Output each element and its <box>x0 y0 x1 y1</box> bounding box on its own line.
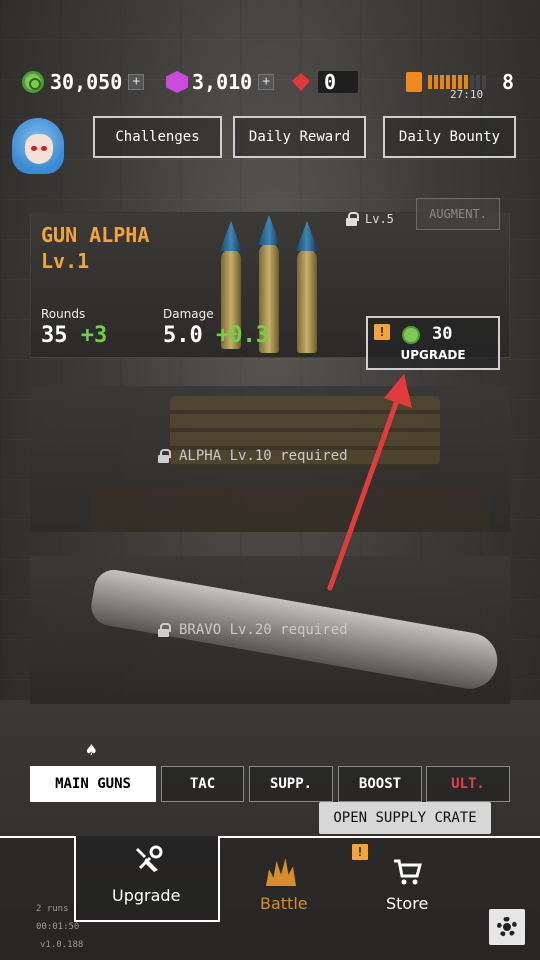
rounds-label: Rounds <box>41 307 86 321</box>
nav-upgrade-tab[interactable]: Upgrade <box>74 836 220 922</box>
fuel-segment <box>440 75 444 89</box>
gem-value: 3,010 <box>192 70 253 94</box>
resource-bar: 30,050 + 3,010 + 0 8 27:10 <box>0 64 540 101</box>
warning-icon: ! <box>374 324 390 340</box>
augment-lock-level: Lv.5 <box>365 212 394 226</box>
fuel-counter: 8 27:10 <box>406 64 515 101</box>
fuel-bar <box>428 75 486 89</box>
spade-icon: ♠ <box>86 740 97 761</box>
damage-label: Damage <box>163 307 214 321</box>
fuel-segment <box>476 75 480 89</box>
locked-gun-card[interactable]: BRAVO Lv.20 required <box>30 556 510 704</box>
bullet-image <box>297 221 317 353</box>
tab-tac[interactable]: TAC <box>161 766 244 802</box>
rounds-value: 35 <box>41 323 68 348</box>
daily-bounty-button[interactable]: Daily Bounty <box>383 116 516 158</box>
augment-button[interactable]: AUGMENT. <box>416 198 500 230</box>
add-gems-button[interactable]: + <box>258 74 275 90</box>
upgrade-label: UPGRADE <box>400 348 466 362</box>
wrench-icon <box>136 845 163 872</box>
fuel-icon <box>406 72 422 92</box>
damage-value: 5.0 <box>163 323 203 348</box>
fuel-segment <box>458 75 462 89</box>
damage-bonus: +0.3 <box>216 323 269 348</box>
locked-requirement: ALPHA Lv.10 required <box>158 448 348 464</box>
tab-main-guns[interactable]: MAIN GUNS <box>30 766 156 802</box>
crate-image <box>90 486 490 532</box>
requirement-text: BRAVO Lv.20 required <box>179 622 348 638</box>
run-time: 00:01:50 <box>36 922 80 932</box>
run-count: 2 runs <box>36 904 69 914</box>
gun-level: Lv.1 <box>41 249 90 273</box>
gem-icon <box>166 71 188 93</box>
avatar-eye <box>41 146 47 151</box>
fuel-segment <box>482 75 486 89</box>
coin-icon <box>402 326 420 344</box>
ruby-box: 0 <box>318 70 358 94</box>
fuel-segment <box>434 75 438 89</box>
lock-icon <box>346 212 359 226</box>
tab-supp[interactable]: SUPP. <box>249 766 333 802</box>
augment-row: Lv.5 AUGMENT. <box>30 198 510 238</box>
fuel-value: 8 <box>502 70 515 94</box>
tab-ult[interactable]: ULT. <box>426 766 510 802</box>
nav-divider <box>0 836 76 838</box>
nav-battle-label: Battle <box>260 894 308 913</box>
avatar-face <box>25 134 53 164</box>
challenges-button[interactable]: Challenges <box>93 116 222 158</box>
avatar-eye <box>31 146 37 151</box>
lock-icon <box>158 623 171 637</box>
coin-value: 30,050 <box>50 70 123 94</box>
daily-reward-button[interactable]: Daily Reward <box>233 116 366 158</box>
settings-button[interactable] <box>489 909 525 945</box>
ruby-icon <box>292 73 310 91</box>
ruby-value: 0 <box>324 70 337 94</box>
nav-upgrade-label: Upgrade <box>112 886 181 905</box>
locked-requirement: BRAVO Lv.20 required <box>158 622 348 638</box>
rounds-bonus: +3 <box>80 323 108 348</box>
version-label: v1.0.188 <box>40 940 84 950</box>
augment-lock: Lv.5 <box>346 208 394 230</box>
fuel-segment <box>464 75 468 89</box>
nav-divider <box>219 836 540 838</box>
damage-stat: 5.0 +0.3 <box>163 323 269 348</box>
gem-counter: 3,010 + <box>166 64 275 100</box>
fuel-timer: 27:10 <box>450 88 484 101</box>
fuel-segment <box>470 75 474 89</box>
upgrade-cost: 30 <box>432 324 453 344</box>
fuel-segment <box>446 75 450 89</box>
fuel-segment <box>452 75 456 89</box>
coin-icon <box>22 71 44 93</box>
supply-crate-tooltip[interactable]: OPEN SUPPLY CRATE <box>319 802 491 834</box>
gear-icon <box>497 917 517 937</box>
add-coins-button[interactable]: + <box>128 74 145 90</box>
coin-counter: 30,050 + <box>22 64 145 100</box>
rounds-stat: 35 +3 <box>41 323 107 348</box>
fuel-segment <box>428 75 432 89</box>
upgrade-gun-button[interactable]: ! 30 UPGRADE <box>366 316 500 370</box>
locked-gun-card[interactable]: ALPHA Lv.10 required <box>30 386 510 532</box>
nav-store-label: Store <box>386 894 429 913</box>
ruby-counter: 0 <box>292 64 358 100</box>
tab-boost[interactable]: BOOST <box>338 766 422 802</box>
cart-icon <box>394 859 422 885</box>
lock-icon <box>158 449 171 463</box>
requirement-text: ALPHA Lv.10 required <box>179 448 348 464</box>
player-avatar[interactable] <box>12 114 64 186</box>
